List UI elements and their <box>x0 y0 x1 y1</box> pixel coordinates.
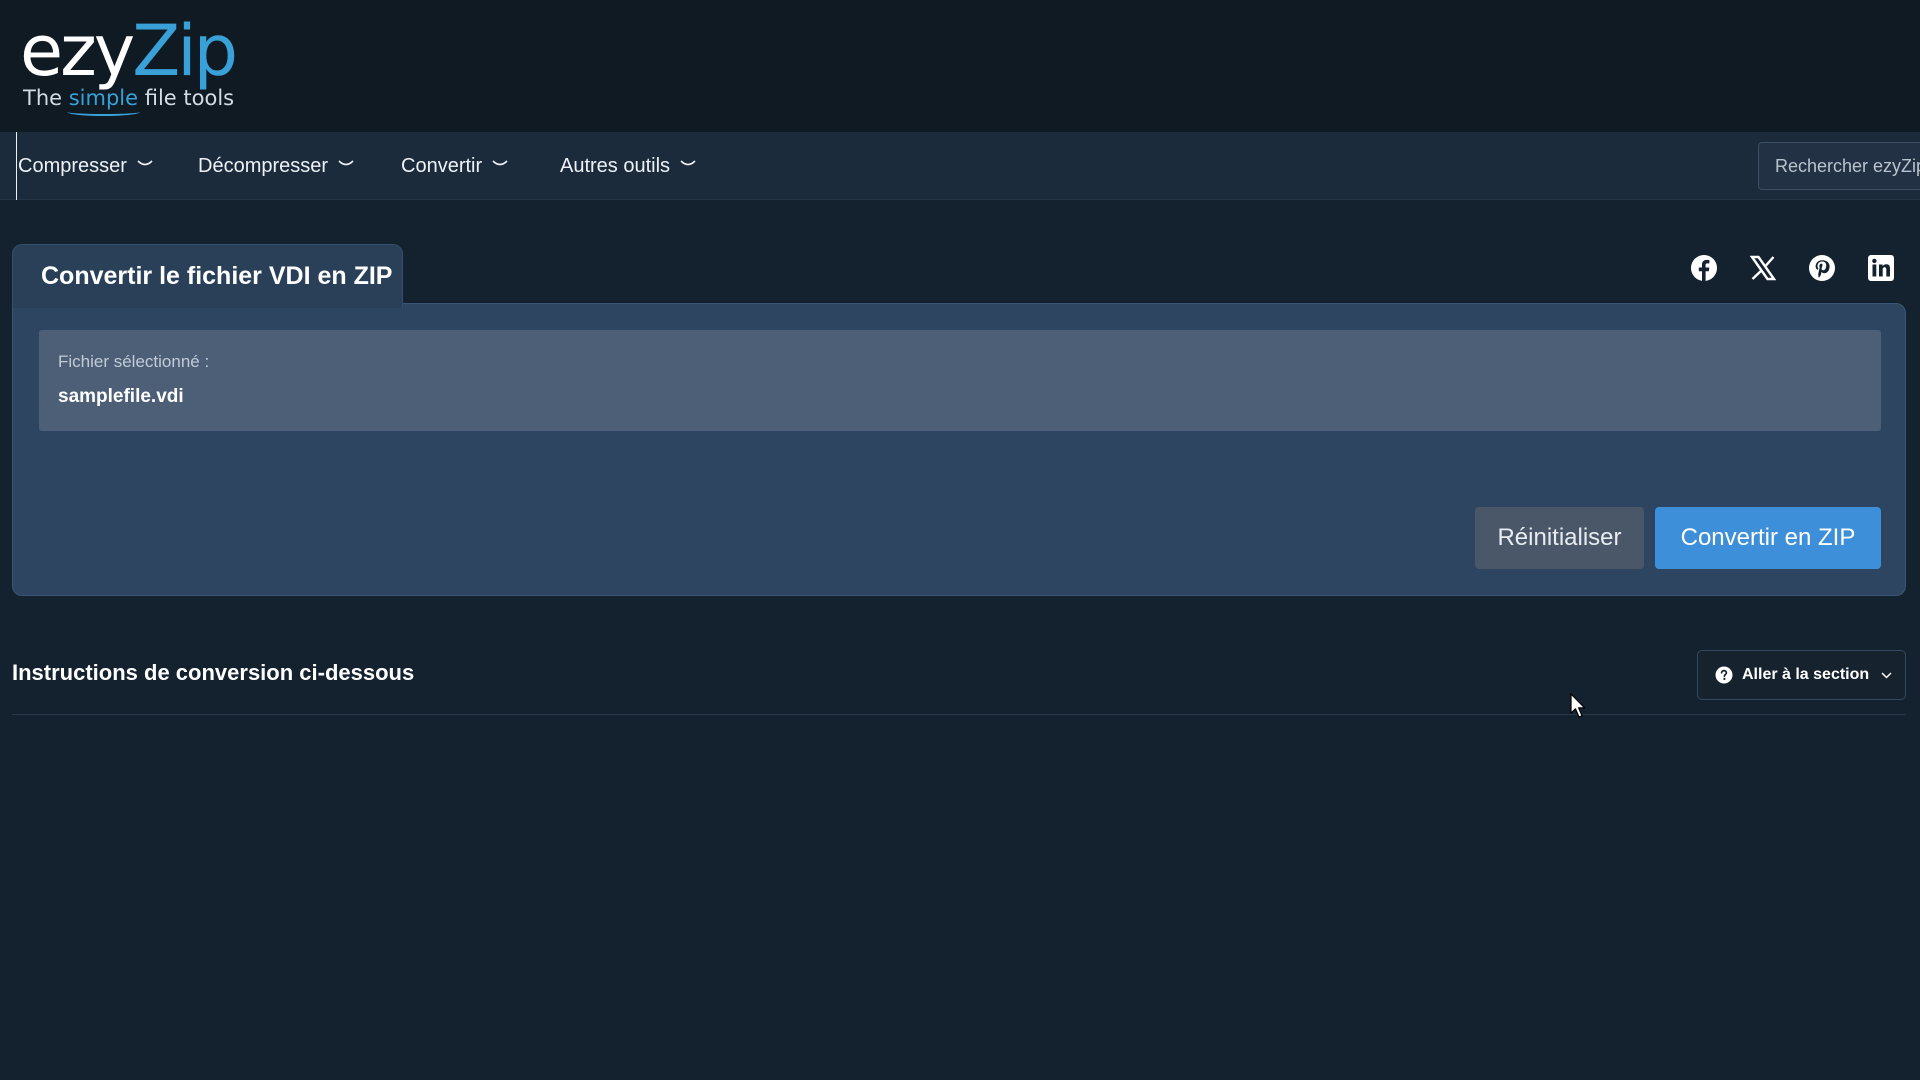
facebook-icon[interactable] <box>1686 250 1722 286</box>
instructions-heading: Instructions de conversion ci-dessous <box>12 660 415 685</box>
selected-file-label: Fichier sélectionné : <box>58 352 210 371</box>
tagline-simple: simple <box>68 86 139 110</box>
chevron-down-icon <box>338 160 354 168</box>
logo-wordmark: ezyZip <box>20 6 238 96</box>
site-header: ezyZip The simple file tools <box>0 0 1920 132</box>
nav-convertir-label: Convertir <box>401 154 483 177</box>
selected-file-name: samplefile.vdi <box>58 386 184 407</box>
mouse-cursor-icon <box>1570 693 1586 718</box>
reset-button[interactable]: Réinitialiser <box>1475 507 1644 569</box>
logo-ezy: ezy <box>20 10 135 92</box>
logo-tagline: The simple file tools <box>23 86 234 110</box>
nav-compresser-label: Compresser <box>18 154 127 177</box>
section-divider <box>12 714 1906 715</box>
chevron-down-icon <box>137 160 153 168</box>
pinterest-icon[interactable] <box>1804 250 1840 286</box>
convert-to-zip-button[interactable]: Convertir en ZIP <box>1655 507 1881 569</box>
linkedin-icon[interactable] <box>1863 250 1899 286</box>
logo-zip: Zip <box>132 10 238 92</box>
main-nav: Compresser Décompresser Convertir Autres… <box>0 132 1920 200</box>
nav-compresser[interactable]: Compresser <box>16 132 153 200</box>
tab-title-text: Convertir le fichier VDI en ZIP <box>41 262 393 290</box>
nav-convertir[interactable]: Convertir <box>401 132 508 200</box>
chevron-down-icon <box>1881 671 1892 679</box>
selected-file-panel: Fichier sélectionné : samplefile.vdi <box>39 330 1881 431</box>
goto-section-label: Aller à la section <box>1742 666 1870 683</box>
tagline-post: file tools <box>138 86 235 110</box>
ezyzip-logo[interactable]: ezyZip The simple file tools <box>20 6 240 126</box>
nav-decompresser[interactable]: Décompresser <box>198 132 354 200</box>
x-icon[interactable] <box>1745 250 1781 286</box>
tool-tab-title: Convertir le fichier VDI en ZIP <box>12 244 403 308</box>
tagline-pre: The <box>23 86 69 110</box>
question-icon <box>1715 666 1733 684</box>
chevron-down-icon <box>492 160 508 168</box>
nav-autres-outils-label: Autres outils <box>560 154 671 177</box>
converter-card: Fichier sélectionné : samplefile.vdi Réi… <box>12 303 1906 596</box>
nav-decompresser-label: Décompresser <box>198 154 329 177</box>
chevron-down-icon <box>680 160 696 168</box>
search-input[interactable] <box>1758 142 1920 190</box>
goto-section-button[interactable]: Aller à la section <box>1697 650 1906 700</box>
nav-autres-outils[interactable]: Autres outils <box>560 132 696 200</box>
